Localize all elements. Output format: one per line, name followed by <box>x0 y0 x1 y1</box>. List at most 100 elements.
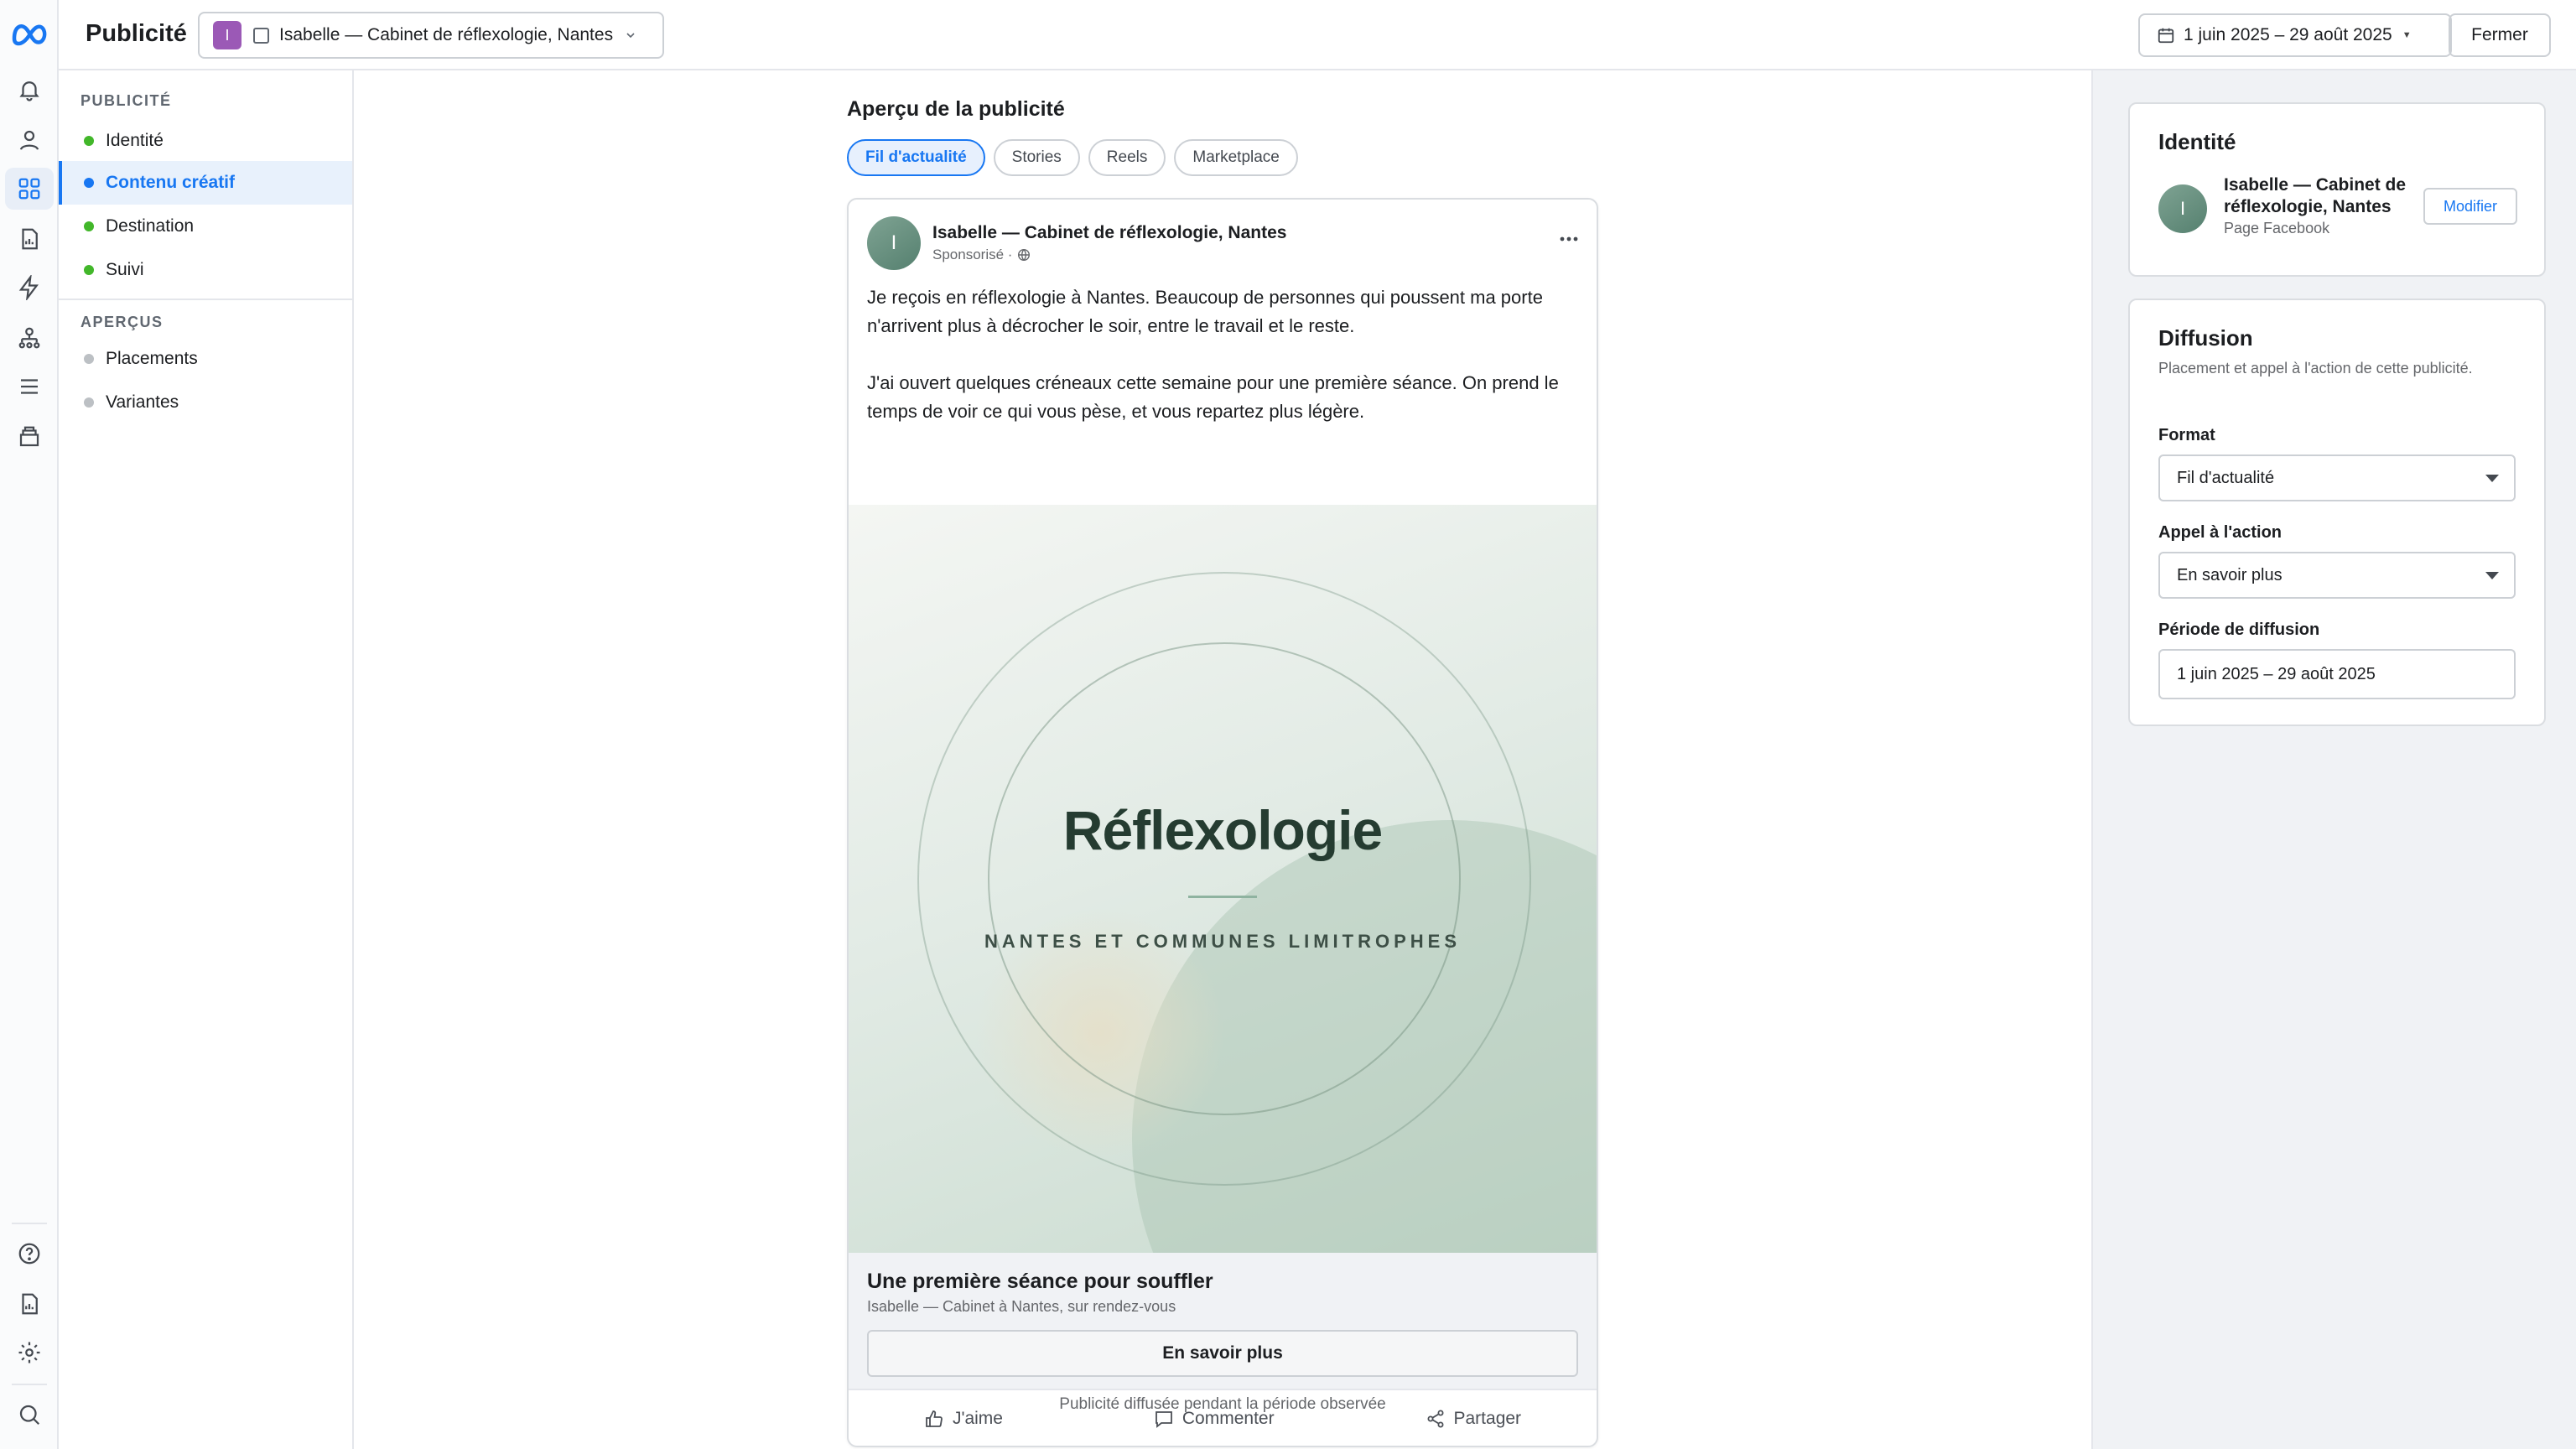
link-title: Une première séance pour souffler <box>867 1270 1213 1293</box>
dropdown-arrow-icon <box>2485 572 2499 579</box>
inbox-icon <box>19 426 39 447</box>
status-dot <box>84 221 94 231</box>
grid-icon <box>18 178 40 200</box>
modify-button[interactable]: Modifier <box>2423 188 2517 225</box>
date-range-text: 1 juin 2025 – 29 août 2025 <box>2184 25 2392 44</box>
bell-icon <box>19 81 39 101</box>
creative-subheading: NANTES ET COMMUNES LIMITROPHES <box>984 931 1461 952</box>
nav-item-label: Placements <box>106 349 198 368</box>
tab-reels[interactable]: Reels <box>1088 139 1166 176</box>
right-panel: Identité I Isabelle — Cabinet de réflexo… <box>2091 70 2576 1449</box>
report-icon <box>22 228 38 250</box>
search-icon <box>19 1405 40 1426</box>
help-icon <box>18 1243 40 1265</box>
calendar-icon <box>2158 28 2174 44</box>
diffusion-card: Diffusion Placement et appel à l'action … <box>2128 299 2546 726</box>
close-button[interactable]: Fermer <box>2449 13 2551 57</box>
gear-icon <box>18 1342 40 1363</box>
document-icon <box>22 1293 38 1315</box>
caret-down-icon: ▼ <box>2402 30 2412 40</box>
link-subtitle: Isabelle — Cabinet à Nantes, sur rendez-… <box>867 1298 1176 1315</box>
tab-stories[interactable]: Stories <box>993 139 1080 176</box>
identity-name: Isabelle — Cabinet de réflexologie, Nant… <box>2224 175 2407 216</box>
placement-tabs: Fil d'actualité Stories Reels Marketplac… <box>847 139 1298 176</box>
campaigns-button[interactable] <box>5 168 54 210</box>
date-range-picker[interactable]: 1 juin 2025 – 29 août 2025 ▼ <box>2138 13 2452 57</box>
status-dot <box>84 136 94 146</box>
all-tools-button[interactable] <box>5 366 54 408</box>
nav-divider <box>59 299 352 300</box>
creative-heading: Réflexologie <box>1062 799 1383 861</box>
format-value: Fil d'actualité <box>2177 468 2275 487</box>
nav-item-label: Suivi <box>106 260 144 279</box>
person-icon <box>19 130 39 150</box>
search-button[interactable] <box>5 1394 54 1436</box>
nav-item-identite[interactable]: Identité <box>59 119 352 163</box>
tab-fil-actualite[interactable]: Fil d'actualité <box>847 139 985 176</box>
identity-title: Identité <box>2158 129 2236 154</box>
account-badge: I <box>213 21 242 49</box>
more-options-icon[interactable] <box>1558 228 1580 250</box>
ad-preview-card: I Isabelle — Cabinet de réflexologie, Na… <box>847 198 1598 1447</box>
section-label-publicite: PUBLICITÉ <box>80 92 172 109</box>
rail-divider <box>12 1384 47 1385</box>
identity-subtitle: Page Facebook <box>2224 220 2330 236</box>
globe-icon <box>1018 248 1031 262</box>
top-bar: Publicité I Isabelle — Cabinet de réflex… <box>59 0 2576 70</box>
chevron-down-icon <box>626 33 635 39</box>
audiences-button[interactable] <box>5 317 54 359</box>
cta-button[interactable]: En savoir plus <box>867 1330 1578 1377</box>
account-button[interactable] <box>5 119 54 161</box>
nav-item-destination[interactable]: Destination <box>59 205 352 248</box>
menu-icon <box>21 379 38 394</box>
nav-item-suivi[interactable]: Suivi <box>59 248 352 292</box>
page-avatar: I <box>867 216 921 270</box>
sponsored-label: Sponsorisé · <box>932 247 1013 262</box>
notifications-button[interactable] <box>5 69 54 111</box>
status-dot <box>84 354 94 364</box>
page-name: Isabelle — Cabinet de réflexologie, Nant… <box>932 223 1287 242</box>
preview-footer-note: Publicité diffusée pendant la période ob… <box>1059 1395 1386 1413</box>
identity-card: Identité I Isabelle — Cabinet de réflexo… <box>2128 102 2546 277</box>
status-dot <box>84 178 94 188</box>
period-field[interactable]: 1 juin 2025 – 29 août 2025 <box>2158 649 2516 699</box>
nav-item-label: Variantes <box>106 392 179 412</box>
sponsored-line: Sponsorisé · <box>932 247 1031 263</box>
reports-button[interactable] <box>5 218 54 260</box>
nav-item-label: Destination <box>106 216 195 236</box>
post-header: I Isabelle — Cabinet de réflexologie, Na… <box>867 216 1580 272</box>
checkbox-icon <box>253 27 269 44</box>
identity-avatar: I <box>2158 184 2207 233</box>
tab-marketplace[interactable]: Marketplace <box>1174 139 1298 176</box>
nav-item-variantes[interactable]: Variantes <box>59 381 352 424</box>
nav-item-label: Contenu créatif <box>106 173 236 192</box>
post-paragraph: J'ai ouvert quelques créneaux cette sema… <box>867 372 1559 422</box>
period-value: 1 juin 2025 – 29 août 2025 <box>2177 664 2376 683</box>
link-preview: Une première séance pour souffler Isabel… <box>849 1253 1597 1389</box>
left-nav: PUBLICITÉ Identité Contenu créatif Desti… <box>59 70 354 1449</box>
dropdown-arrow-icon <box>2485 475 2499 482</box>
format-select[interactable]: Fil d'actualité <box>2158 454 2516 501</box>
preview-title: Aperçu de la publicité <box>847 97 1065 121</box>
diffusion-title: Diffusion <box>2158 325 2253 351</box>
automation-button[interactable] <box>5 267 54 309</box>
page-title: Publicité <box>86 20 187 47</box>
period-label: Période de diffusion <box>2158 621 2320 639</box>
rail-divider <box>12 1223 47 1224</box>
creative-ring-inner <box>988 642 1461 1115</box>
inbox-button[interactable] <box>5 416 54 458</box>
settings-button[interactable] <box>5 1332 54 1374</box>
document-button[interactable] <box>5 1283 54 1325</box>
creative-divider <box>1188 896 1257 898</box>
nav-item-label: Identité <box>106 131 164 150</box>
cta-select[interactable]: En savoir plus <box>2158 552 2516 599</box>
post-text: Je reçois en réflexologie à Nantes. Beau… <box>867 283 1585 426</box>
audience-icon <box>18 327 40 349</box>
cta-value: En savoir plus <box>2177 565 2283 584</box>
meta-logo[interactable] <box>9 18 49 49</box>
help-button[interactable] <box>5 1233 54 1275</box>
cta-label: Appel à l'action <box>2158 523 2283 542</box>
nav-item-placements[interactable]: Placements <box>59 337 352 381</box>
account-selector[interactable]: I Isabelle — Cabinet de réflexologie, Na… <box>198 12 664 59</box>
nav-item-contenu-creatif[interactable]: Contenu créatif <box>59 161 352 205</box>
